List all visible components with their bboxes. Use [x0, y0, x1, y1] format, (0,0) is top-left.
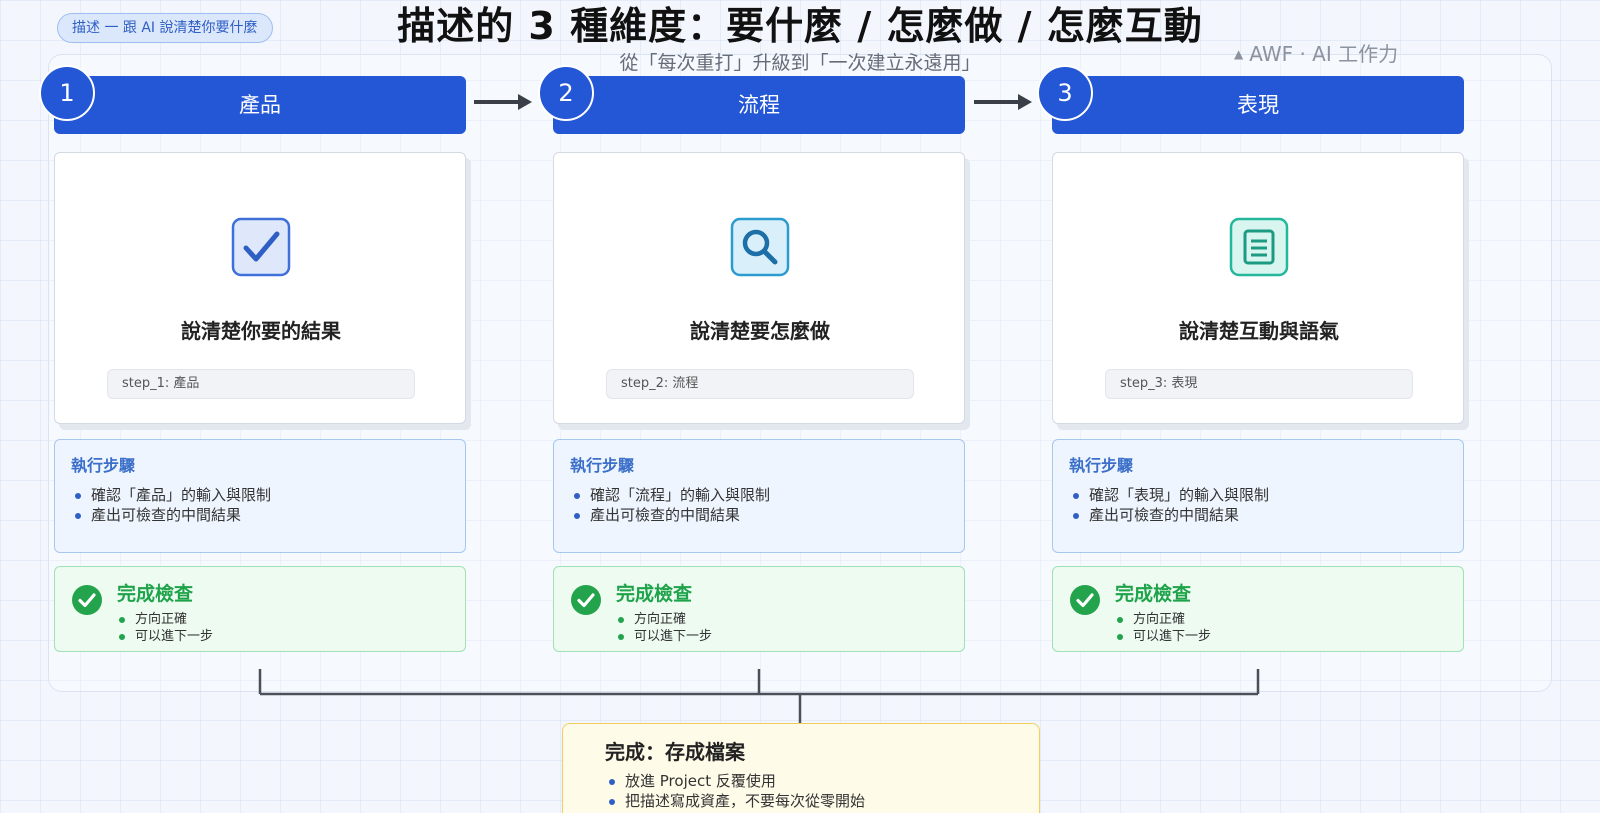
final-result-box: 完成：存成檔案 放進 Project 反覆使用 把描述寫成資產，不要每次從零開始 — [562, 723, 1040, 813]
check-circle-icon — [1070, 585, 1100, 615]
list-item: 方向正確 — [117, 611, 213, 628]
check-title: 完成檢查 — [117, 583, 194, 605]
check-circle-icon — [571, 585, 601, 615]
column-header: 產品 — [54, 76, 466, 134]
list-item: 產出可檢查的中間結果 — [1069, 505, 1447, 525]
document-icon — [1229, 217, 1289, 277]
step-chip: step_2: 流程 — [606, 369, 914, 399]
step-number-badge: 3 — [1037, 65, 1093, 121]
steps-panel: 執行步驟 確認「表現」的輸入與限制 產出可檢查的中間結果 — [1052, 439, 1464, 553]
step-number-badge: 1 — [39, 65, 95, 121]
list-item: 確認「產品」的輸入與限制 — [71, 485, 449, 505]
list-item: 放進 Project 反覆使用 — [605, 771, 997, 791]
check-title: 完成檢查 — [616, 583, 693, 605]
list-item: 把描述寫成資產，不要每次從零開始 — [605, 791, 997, 811]
dimension-card: 說清楚互動與語氣 step_3: 表現 — [1052, 152, 1464, 424]
card-title: 說清楚要怎麼做 — [690, 319, 830, 343]
list-item: 確認「流程」的輸入與限制 — [570, 485, 948, 505]
list-item: 確認「表現」的輸入與限制 — [1069, 485, 1447, 505]
completion-check-panel: 完成檢查 方向正確 可以進下一步 — [54, 566, 466, 652]
completion-check-panel: 完成檢查 方向正確 可以進下一步 — [553, 566, 965, 652]
list-item: 產出可檢查的中間結果 — [71, 505, 449, 525]
dimension-card: 說清楚要怎麼做 step_2: 流程 — [553, 152, 965, 424]
step-chip: step_1: 產品 — [107, 369, 415, 399]
check-icon — [231, 217, 291, 277]
steps-title: 執行步驟 — [71, 456, 136, 475]
list-item: 可以進下一步 — [117, 628, 213, 645]
arrow-right-icon — [974, 94, 1032, 110]
steps-panel: 執行步驟 確認「產品」的輸入與限制 產出可檢查的中間結果 — [54, 439, 466, 553]
list-item: 方向正確 — [1115, 611, 1211, 628]
step-chip: step_3: 表現 — [1105, 369, 1413, 399]
steps-panel: 執行步驟 確認「流程」的輸入與限制 產出可檢查的中間結果 — [553, 439, 965, 553]
list-item: 產出可檢查的中間結果 — [570, 505, 948, 525]
card-title: 說清楚你要的結果 — [181, 319, 341, 343]
list-item: 方向正確 — [616, 611, 712, 628]
list-item: 可以進下一步 — [616, 628, 712, 645]
card-title: 說清楚互動與語氣 — [1179, 319, 1339, 343]
brand-label: ▲ AWF · AI 工作力 — [1234, 40, 1398, 68]
triangle-icon: ▲ — [1234, 47, 1244, 61]
completion-check-panel: 完成檢查 方向正確 可以進下一步 — [1052, 566, 1464, 652]
dimension-card: 說清楚你要的結果 step_1: 產品 — [54, 152, 466, 424]
column-header: 表現 — [1052, 76, 1464, 134]
steps-title: 執行步驟 — [1069, 456, 1134, 475]
check-circle-icon — [72, 585, 102, 615]
check-title: 完成檢查 — [1115, 583, 1192, 605]
arrow-right-icon — [474, 94, 532, 110]
step-number-badge: 2 — [538, 65, 594, 121]
steps-title: 執行步驟 — [570, 456, 635, 475]
search-icon — [730, 217, 790, 277]
list-item: 可以進下一步 — [1115, 628, 1211, 645]
brand-text: AWF · AI 工作力 — [1249, 42, 1399, 66]
final-title: 完成：存成檔案 — [605, 740, 745, 764]
column-header: 流程 — [553, 76, 965, 134]
